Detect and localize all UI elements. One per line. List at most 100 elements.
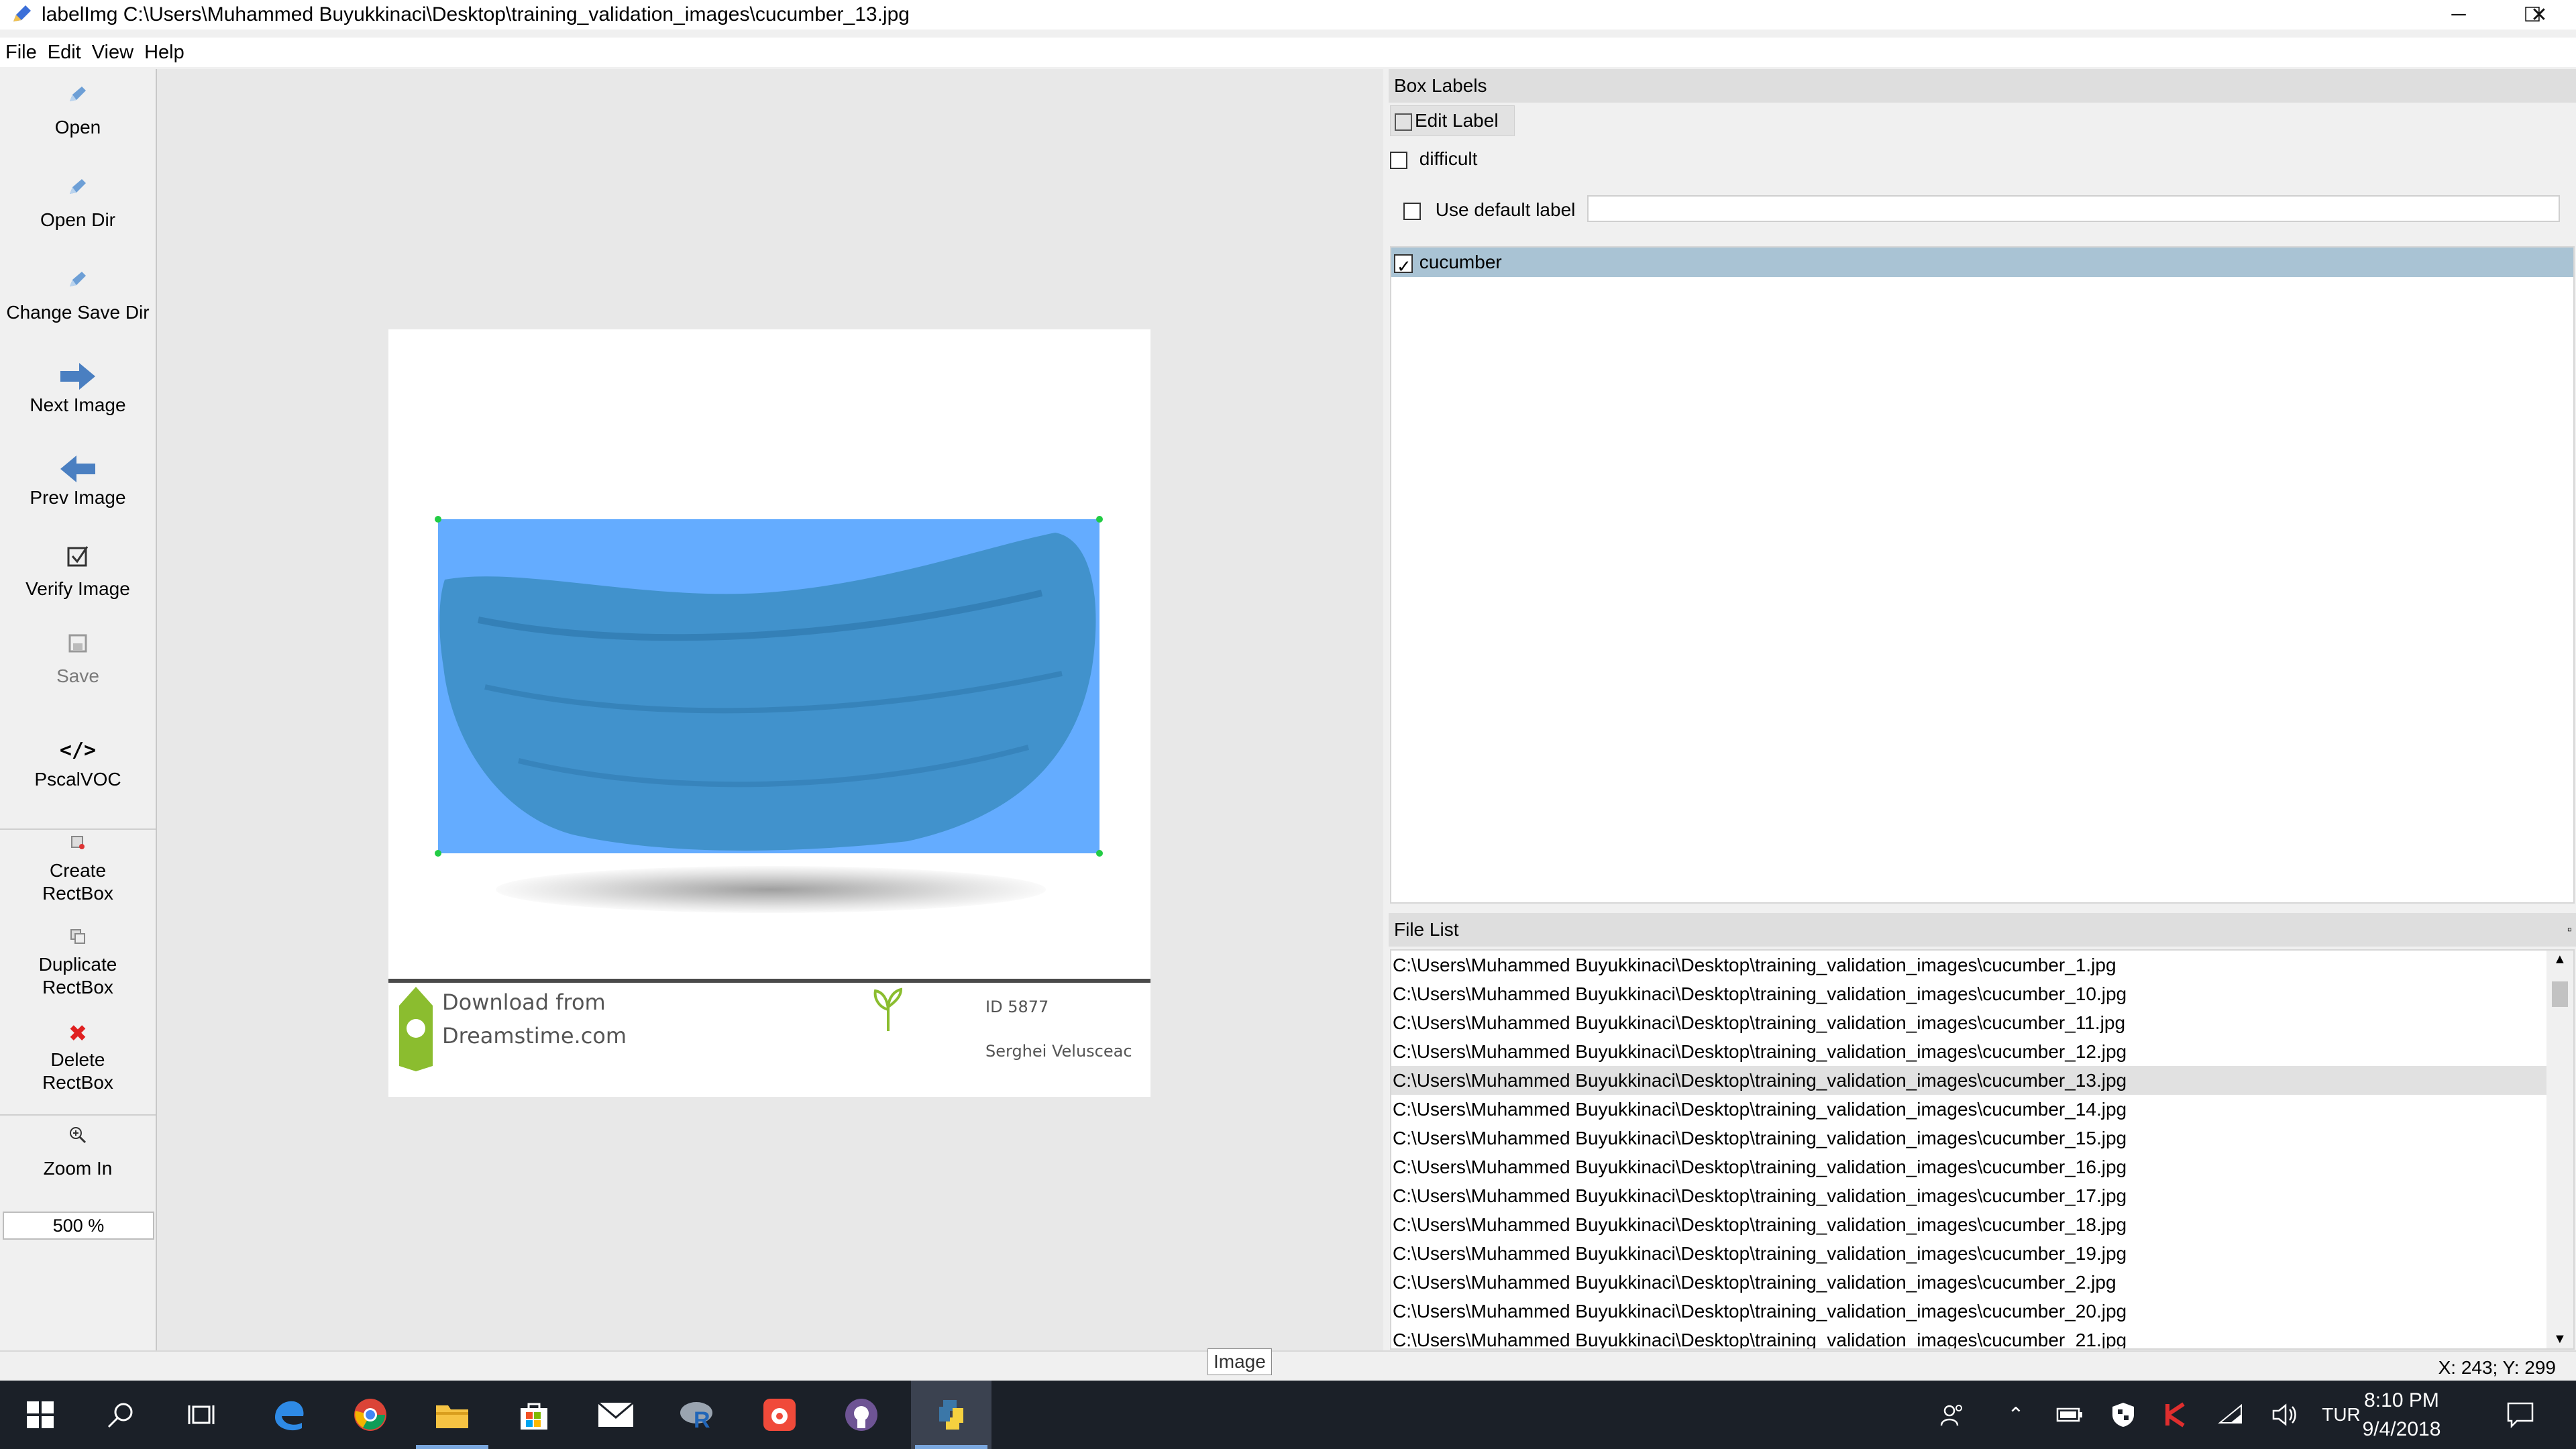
bbox-handle-top-right[interactable] (1096, 516, 1103, 523)
next-image-button[interactable]: Next Image (0, 359, 156, 417)
edit-label-button[interactable]: Edit Label (1390, 105, 1515, 136)
file-list-item-selected[interactable]: C:\Users\Muhammed Buyukkinaci\Desktop\tr… (1391, 1066, 2551, 1095)
menu-edit[interactable]: Edit (42, 38, 87, 67)
volume-icon[interactable] (2261, 1381, 2308, 1449)
file-list-item[interactable]: C:\Users\Muhammed Buyukkinaci\Desktop\tr… (1391, 1239, 2551, 1268)
arrow-right-icon (0, 359, 156, 394)
chevron-up-icon[interactable]: ⌃ (1992, 1381, 2039, 1449)
wifi-icon[interactable] (2207, 1381, 2254, 1449)
watermark-banner: Download from Dreamstime.com ID 5877 Ser… (388, 979, 1150, 1097)
file-list-item[interactable]: C:\Users\Muhammed Buyukkinaci\Desktop\tr… (1391, 1268, 2551, 1297)
file-list-item[interactable]: C:\Users\Muhammed Buyukkinaci\Desktop\tr… (1391, 1326, 2551, 1348)
delete-rectbox-button[interactable]: ✖ Delete RectBox (0, 1019, 156, 1094)
r-studio-icon[interactable]: R (657, 1381, 738, 1449)
format-toggle-button[interactable]: </> PscalVOC (0, 733, 156, 791)
menu-view[interactable]: View (87, 38, 139, 67)
task-view-icon[interactable] (161, 1381, 241, 1449)
labelimg-app-icon (13, 5, 31, 21)
python-icon[interactable] (911, 1381, 991, 1449)
cursor-coordinates: X: 243; Y: 299 (2438, 1357, 2556, 1378)
file-list-scrollbar[interactable]: ▲ ▼ (2546, 951, 2573, 1348)
save-button[interactable]: Save (0, 630, 156, 688)
file-list-item[interactable]: C:\Users\Muhammed Buyukkinaci\Desktop\tr… (1391, 1008, 2551, 1037)
file-list-item[interactable]: C:\Users\Muhammed Buyukkinaci\Desktop\tr… (1391, 1210, 2551, 1239)
title-bar: labelImg C:\Users\Muhammed Buyukkinaci\D… (0, 0, 2576, 30)
svg-text:R: R (694, 1407, 710, 1430)
cucumber-image (439, 533, 1096, 851)
zoom-value-spinbox[interactable]: 500 % (3, 1212, 154, 1240)
edit-icon (1395, 113, 1412, 131)
file-list-item[interactable]: C:\Users\Muhammed Buyukkinaci\Desktop\tr… (1391, 1124, 2551, 1152)
scroll-down-icon[interactable]: ▼ (2553, 1332, 2567, 1347)
people-icon[interactable] (1925, 1381, 1979, 1449)
edge-icon[interactable] (248, 1381, 329, 1449)
open-icon (0, 81, 156, 116)
bbox-handle-bottom-right[interactable] (1096, 850, 1103, 857)
verify-image-label: Verify Image (25, 578, 130, 599)
difficult-label: difficult (1419, 148, 1478, 169)
label-list: cucumber (1390, 246, 2575, 904)
box-labels-header: Box Labels (1389, 69, 2576, 103)
mail-icon[interactable] (576, 1381, 656, 1449)
use-default-label-row[interactable]: Use default label (1403, 197, 1575, 223)
use-default-label-checkbox[interactable] (1403, 202, 1421, 220)
scroll-up-icon[interactable]: ▲ (2553, 952, 2567, 967)
search-icon[interactable] (80, 1381, 161, 1449)
menu-file[interactable]: File (0, 38, 42, 67)
bounding-box-cucumber[interactable] (435, 516, 1103, 857)
file-list-item[interactable]: C:\Users\Muhammed Buyukkinaci\Desktop\tr… (1391, 951, 2551, 979)
default-label-input[interactable] (1587, 195, 2560, 222)
github-icon[interactable] (821, 1381, 902, 1449)
difficult-checkbox[interactable] (1390, 151, 1407, 169)
security-shield-icon[interactable] (2100, 1381, 2147, 1449)
menu-help[interactable]: Help (139, 38, 190, 67)
antivirus-icon[interactable] (2153, 1381, 2200, 1449)
store-icon[interactable] (494, 1381, 574, 1449)
label-item-text: cucumber (1419, 252, 1502, 272)
menu-bar: File Edit View Help (0, 38, 2576, 67)
duplicate-rectbox-button[interactable]: Duplicate RectBox (0, 924, 156, 999)
dreamstime-logo-icon (399, 987, 433, 1071)
window-title: labelImg C:\Users\Muhammed Buyukkinaci\D… (42, 3, 910, 25)
difficult-checkbox-row[interactable]: difficult (1390, 146, 1477, 172)
taskbar-clock[interactable]: 8:10 PM 9/4/2018 (2355, 1386, 2449, 1444)
delete-x-icon: ✖ (68, 1021, 88, 1046)
minimize-button[interactable]: ─ (2422, 0, 2496, 30)
label-visibility-checkbox[interactable] (1394, 252, 1413, 281)
file-list-item[interactable]: C:\Users\Muhammed Buyukkinaci\Desktop\tr… (1391, 1297, 2551, 1326)
zoom-in-button[interactable]: Zoom In (0, 1117, 156, 1180)
create-rectbox-button[interactable]: Create RectBox (0, 830, 156, 905)
create-rectbox-label: Create RectBox (42, 860, 113, 904)
checkbox-icon (0, 543, 156, 578)
battery-icon[interactable] (2046, 1381, 2093, 1449)
cucumber-shadow (496, 866, 1046, 913)
delete-rectbox-label: Delete RectBox (42, 1049, 113, 1093)
app-icon[interactable] (739, 1381, 820, 1449)
file-list-item[interactable]: C:\Users\Muhammed Buyukkinaci\Desktop\tr… (1391, 1037, 2551, 1066)
tooltip: Image (1208, 1348, 1272, 1375)
change-save-dir-label: Change Save Dir (6, 302, 150, 323)
label-list-item[interactable]: cucumber (1391, 248, 2573, 281)
bbox-handle-top-left[interactable] (435, 516, 441, 523)
open-dir-icon (0, 174, 156, 209)
notifications-icon[interactable] (2490, 1381, 2551, 1449)
file-list-item[interactable]: C:\Users\Muhammed Buyukkinaci\Desktop\tr… (1391, 1152, 2551, 1181)
windows-start-icon[interactable] (0, 1381, 80, 1449)
left-toolbar: Open Open Dir Change Save Dir Next Image… (0, 69, 157, 1350)
file-explorer-icon[interactable] (412, 1381, 492, 1449)
open-dir-button[interactable]: Open Dir (0, 174, 156, 231)
prev-image-button[interactable]: Prev Image (0, 451, 156, 509)
format-label: PscalVOC (34, 769, 121, 790)
verify-image-button[interactable]: Verify Image (0, 543, 156, 600)
file-list-item[interactable]: C:\Users\Muhammed Buyukkinaci\Desktop\tr… (1391, 979, 2551, 1008)
chrome-icon[interactable] (330, 1381, 411, 1449)
change-save-dir-button[interactable]: Change Save Dir (0, 266, 156, 324)
file-list-item[interactable]: C:\Users\Muhammed Buyukkinaci\Desktop\tr… (1391, 1181, 2551, 1210)
image-canvas[interactable]: Download from Dreamstime.com ID 5877 Ser… (157, 69, 1383, 1350)
file-list-item[interactable]: C:\Users\Muhammed Buyukkinaci\Desktop\tr… (1391, 1095, 2551, 1124)
scrollbar-thumb[interactable] (2552, 981, 2568, 1007)
dock-float-icon[interactable]: ▫ (2567, 913, 2572, 947)
open-button[interactable]: Open (0, 81, 156, 139)
bbox-handle-bottom-left[interactable] (435, 850, 441, 857)
close-button[interactable]: ✕ (2502, 0, 2576, 30)
